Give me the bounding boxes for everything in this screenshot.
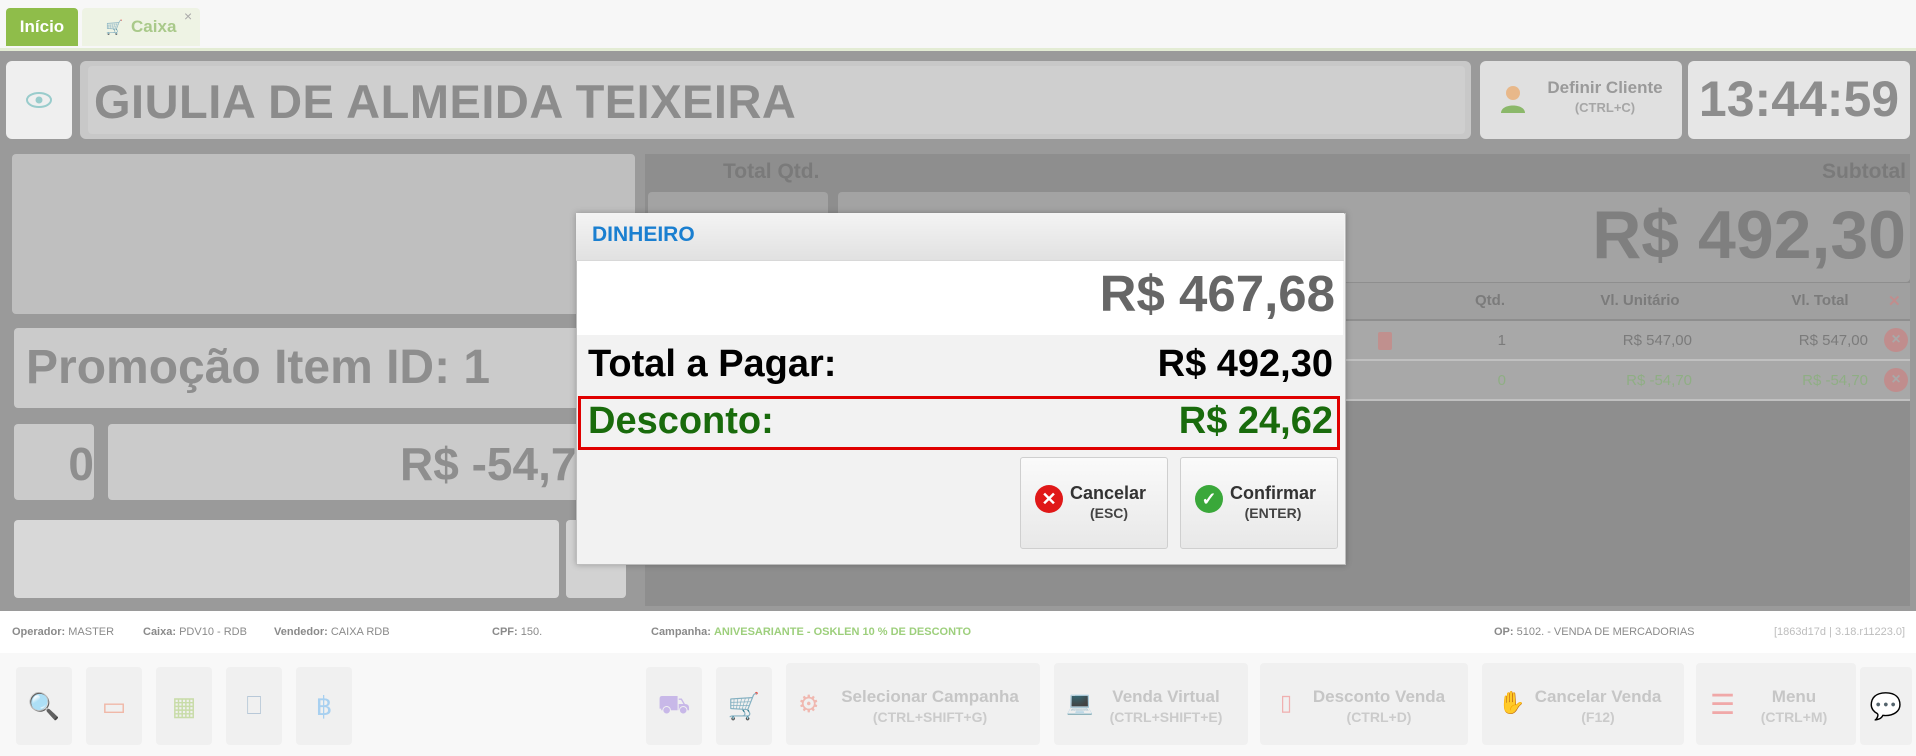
register-status: Caixa: PDV10 - RDB xyxy=(143,626,247,638)
campaign-status: Campanha: ANIVESARIANTE - OSKLEN 10 % DE… xyxy=(651,626,971,638)
calculator-button[interactable]: ▦ xyxy=(156,667,212,745)
search-icon: 🔍 xyxy=(27,690,61,721)
delivery-button[interactable]: ⛟ xyxy=(646,667,702,745)
hamburger-icon: ☰ xyxy=(1710,689,1736,720)
row-total: R$ 547,00 xyxy=(1798,332,1868,349)
op-value: 5102. - VENDA DE MERCADORIAS xyxy=(1516,626,1695,638)
cancel-sale-label: Cancelar Venda xyxy=(1534,687,1662,706)
amount-value: R$ 467,68 xyxy=(1099,265,1335,322)
row-total: R$ -54,70 xyxy=(1802,372,1868,389)
tab-close-icon[interactable]: × xyxy=(184,8,192,24)
discount-icon: ▯ xyxy=(1280,690,1293,715)
version-label: [1863d17d | 3.18.r11223.0] xyxy=(1774,626,1906,638)
seller-status: Vendedor: CAIXA RDB xyxy=(274,626,390,638)
operator-label: Operador: xyxy=(12,626,66,638)
chat-icon: 💬 xyxy=(1869,690,1903,721)
item-qty: 0 xyxy=(68,438,94,490)
cart-icon: 🛒 xyxy=(105,18,124,35)
total-to-pay-label: Total a Pagar: xyxy=(588,343,837,385)
discount-sale-shortcut: (CTRL+D) xyxy=(1346,709,1412,725)
total-to-pay-value: R$ 492,30 xyxy=(1157,343,1333,385)
register-icon: ⎕ xyxy=(246,690,262,720)
cancel-button-shortcut: (ESC) xyxy=(1089,505,1129,521)
col-total-header: Vl. Total xyxy=(1791,292,1849,309)
row-qty: 0 xyxy=(1497,372,1506,389)
subtotal-label: Subtotal xyxy=(1822,160,1906,183)
cancel-sale-shortcut: (F12) xyxy=(1581,709,1615,725)
register-value: PDV10 - RDB xyxy=(179,626,247,638)
virtual-sale-label: Venda Virtual xyxy=(1112,687,1220,706)
cpf-value: 150. xyxy=(520,626,543,638)
op-status: OP: 5102. - VENDA DE MERCADORIAS xyxy=(1494,626,1695,638)
define-client-label: Definir Cliente xyxy=(1547,78,1663,97)
virtual-sale-shortcut: (CTRL+SHIFT+E) xyxy=(1109,709,1223,725)
tab-inicio[interactable]: Início xyxy=(6,8,78,46)
payment-dialog-title: DINHEIRO xyxy=(592,223,695,246)
barcode-input-area[interactable] xyxy=(14,520,559,598)
register-label: Caixa: xyxy=(143,626,177,638)
row-unit: R$ -54,70 xyxy=(1626,372,1692,389)
user-icon xyxy=(1500,84,1526,119)
col-qty-header: Qtd. xyxy=(1475,292,1505,309)
campaign-value: ANIVESARIANTE - OSKLEN 10 % DE DESCONTO xyxy=(713,626,972,638)
subtotal-value: R$ 492,30 xyxy=(1592,197,1906,273)
add-cart-icon: 🛒 xyxy=(727,690,761,721)
search-button[interactable]: 🔍 xyxy=(16,667,72,745)
card-icon: ▭ xyxy=(101,690,127,721)
customer-name: GIULIA DE ALMEIDA TEIXEIRA xyxy=(94,75,797,128)
discount-sale-label: Desconto Venda xyxy=(1312,687,1446,706)
op-label: OP: xyxy=(1494,626,1514,638)
tab-caixa-label: Caixa xyxy=(131,17,177,36)
register-button[interactable]: ⎕ xyxy=(226,667,282,745)
menu-label: Menu xyxy=(1771,687,1817,706)
eye-icon xyxy=(26,92,52,108)
delivery-icon: ⛟ xyxy=(657,688,691,719)
operator-status: Operador: MASTER xyxy=(12,626,114,638)
menu-shortcut: (CTRL+M) xyxy=(1760,709,1828,725)
calculator-icon: ▦ xyxy=(171,690,197,721)
cancel-icon: ✕ xyxy=(1035,485,1063,513)
seller-value: CAIXA RDB xyxy=(330,626,390,638)
campaign-icon: ⚙ xyxy=(798,691,820,718)
confirm-button-shortcut: (ENTER) xyxy=(1244,505,1302,521)
row-qty: 1 xyxy=(1497,332,1506,349)
hand-icon: ✋ xyxy=(1498,690,1526,715)
bitcoin-button[interactable]: ฿ xyxy=(296,667,352,745)
operator-value: MASTER xyxy=(68,626,115,638)
remove-item-icon[interactable]: × xyxy=(1884,368,1908,392)
row-unit: R$ 547,00 xyxy=(1622,332,1692,349)
cancel-button-label: Cancelar xyxy=(1070,483,1147,503)
item-price: R$ -54,7 xyxy=(400,438,577,490)
payment-card-button[interactable]: ▭ xyxy=(86,667,142,745)
campaign-label: Campanha: xyxy=(651,626,711,638)
tab-bar xyxy=(0,0,1916,51)
discount-label: Desconto: xyxy=(588,400,774,442)
tab-inicio-label: Início xyxy=(19,17,65,36)
add-cart-button[interactable]: 🛒 xyxy=(716,667,772,745)
item-tag-icon xyxy=(1378,332,1392,350)
toggle-visibility-button[interactable] xyxy=(6,61,72,139)
laptop-icon: 💻 xyxy=(1066,690,1094,715)
promo-text: Promoção Item ID: 1 xyxy=(26,341,491,394)
clock: 13:44:59 xyxy=(1698,71,1900,127)
product-image-area xyxy=(12,154,635,314)
bitcoin-icon: ฿ xyxy=(315,690,333,721)
select-campaign-label: Selecionar Campanha xyxy=(841,687,1019,706)
seller-label: Vendedor: xyxy=(274,626,328,638)
select-campaign-shortcut: (CTRL+SHIFT+G) xyxy=(872,709,988,725)
total-qty-label: Total Qtd. xyxy=(723,160,820,183)
cpf-status: CPF: 150. xyxy=(492,626,542,638)
confirm-button-label: Confirmar xyxy=(1230,483,1317,503)
define-client-shortcut: (CTRL+C) xyxy=(1574,100,1636,115)
cpf-label: CPF: xyxy=(492,626,518,638)
tab-caixa[interactable]: 🛒 Caixa xyxy=(82,8,200,46)
remove-item-icon[interactable]: × xyxy=(1884,328,1908,352)
check-icon: ✓ xyxy=(1195,485,1223,513)
col-unit-header: Vl. Unitário xyxy=(1600,292,1680,309)
chat-button[interactable]: 💬 xyxy=(1860,667,1912,745)
discount-value: R$ 24,62 xyxy=(1178,400,1333,442)
clear-items-icon[interactable]: ✕ xyxy=(1888,292,1901,310)
